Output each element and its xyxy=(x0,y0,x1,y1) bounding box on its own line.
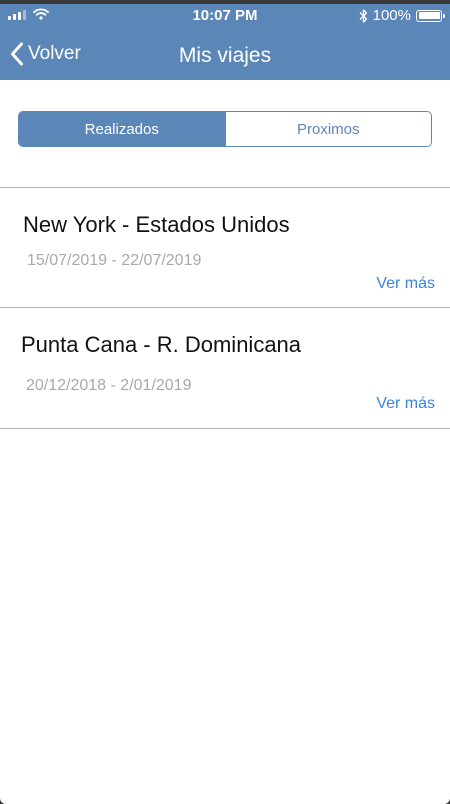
see-more-link[interactable]: Ver más xyxy=(376,395,435,413)
screen-corners xyxy=(0,798,450,804)
trip-title: Punta Cana - R. Dominicana xyxy=(21,332,302,357)
trip-dates: 20/12/2018 - 2/01/2019 xyxy=(26,377,192,394)
trip-item[interactable]: New York - Estados Unidos 15/07/2019 - 2… xyxy=(0,188,450,308)
divider xyxy=(0,428,450,429)
see-more-link[interactable]: Ver más xyxy=(376,275,435,293)
trip-dates: 15/07/2019 - 22/07/2019 xyxy=(27,252,202,269)
battery-fill xyxy=(418,12,440,19)
trip-item[interactable]: Punta Cana - R. Dominicana 20/12/2018 - … xyxy=(0,308,450,428)
bluetooth-icon xyxy=(359,8,367,23)
segment-proximos[interactable]: Proximos xyxy=(224,112,431,146)
page-title: Mis viajes xyxy=(178,44,272,67)
status-right: 100% xyxy=(359,7,445,24)
battery-icon xyxy=(416,9,445,22)
header-bar: 10:07 PM 100% Volver Mis viajes xyxy=(0,0,450,80)
trips-segmented-control: Realizados Proximos xyxy=(18,111,432,147)
status-bar: 10:07 PM 100% xyxy=(0,4,450,28)
segment-realizados[interactable]: Realizados xyxy=(19,112,225,146)
trip-title: New York - Estados Unidos xyxy=(23,212,290,237)
battery-percent: 100% xyxy=(372,7,411,24)
